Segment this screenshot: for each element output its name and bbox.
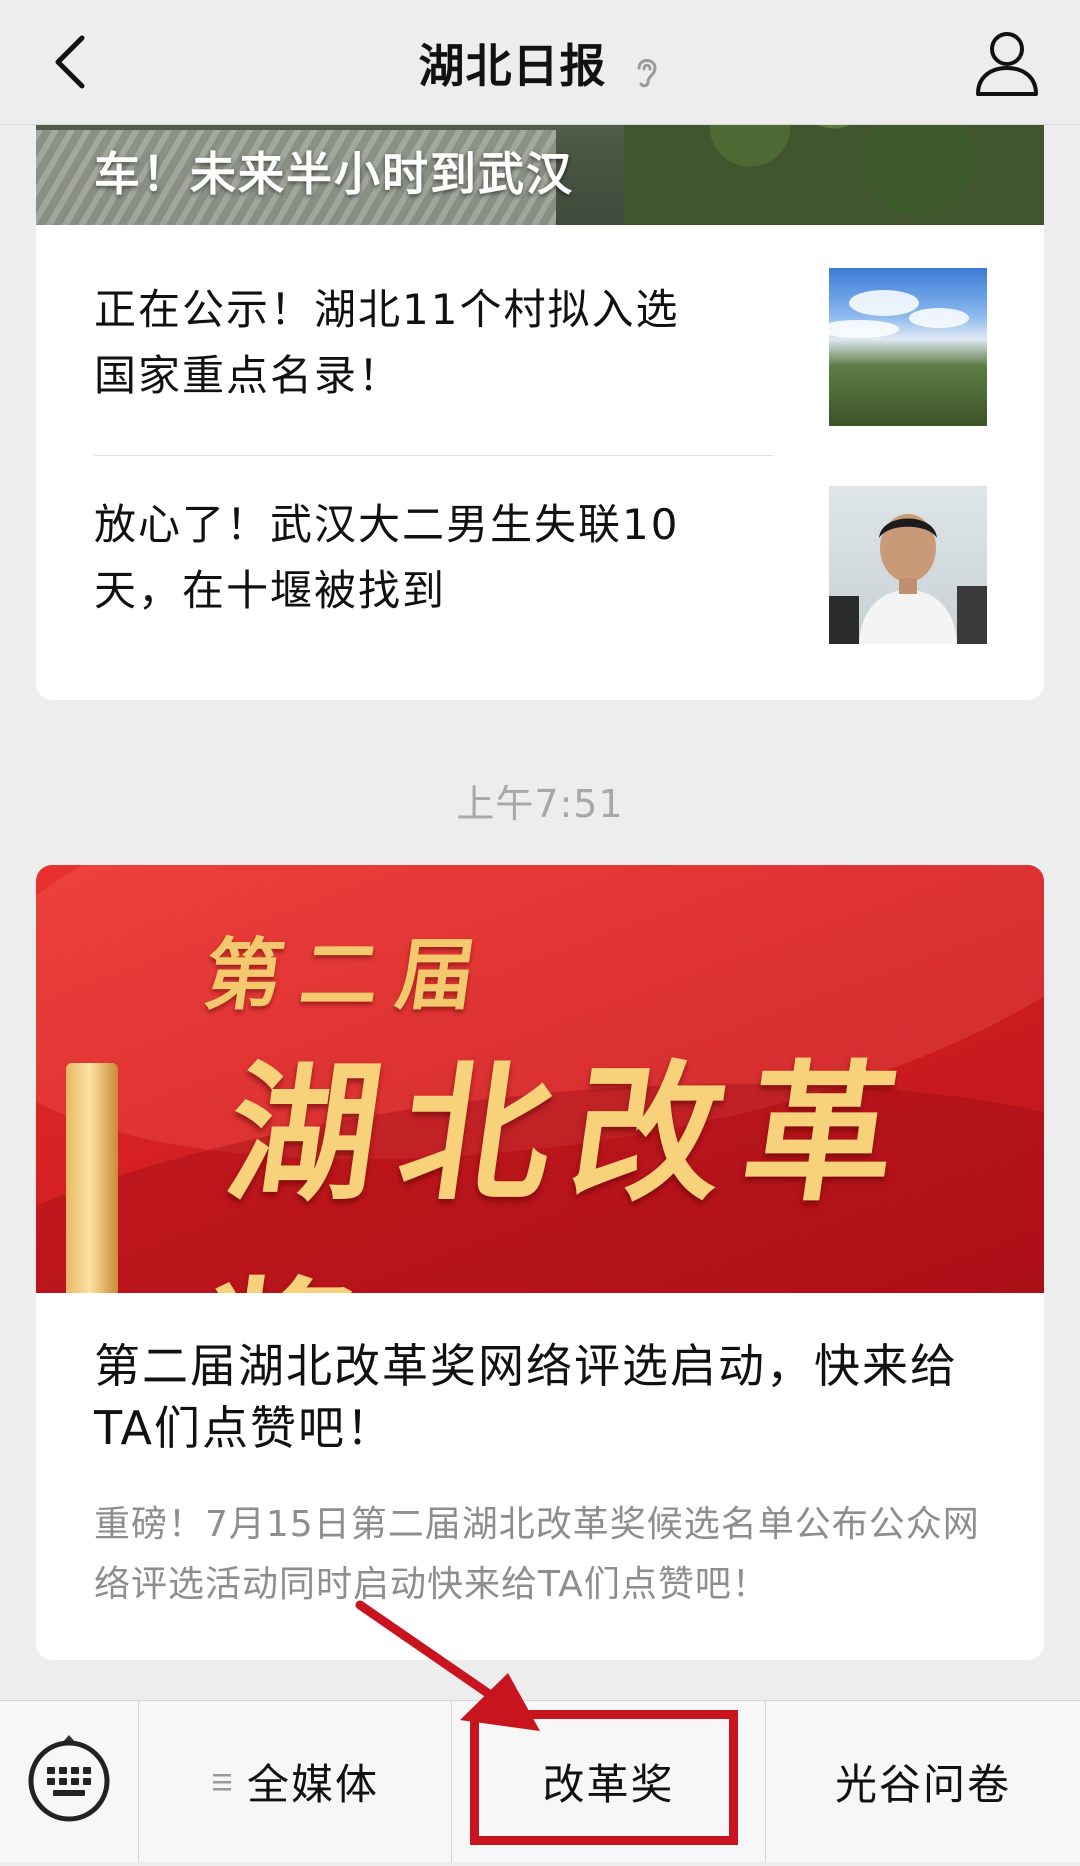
nav-bar: 湖北日报 (0, 0, 1080, 125)
news-card: 车！未来半小时到武汉 正在公示！湖北11个村拟入选国家重点名录！ 放心了！武汉大… (36, 60, 1044, 700)
menu-item-guanggu-wenjuan[interactable]: 光谷问卷 (766, 1701, 1080, 1862)
news-item[interactable]: 放心了！武汉大二男生失联10天，在十堰被找到 (36, 442, 1044, 652)
menu-item-label: 光谷问卷 (834, 1760, 1011, 1809)
ear-icon[interactable] (632, 50, 662, 90)
keyboard-toggle-button[interactable] (0, 1701, 139, 1862)
annotation-arrow (355, 1600, 540, 1731)
feature-article-card[interactable]: 第二届 湖北改革奖 第二届湖北改革奖网络评选启动，快来给TA们点赞吧！ 重磅！7… (36, 865, 1044, 1660)
menu-list-icon (212, 1773, 231, 1790)
hero-caption: 车！未来半小时到武汉 (94, 147, 574, 201)
news-title: 放心了！武汉大二男生失联10天，在十堰被找到 (94, 500, 680, 615)
person-photo-graphic (829, 514, 987, 644)
banner-subtitle: 第二届 (198, 930, 500, 1021)
feature-banner-image: 第二届 湖北改革奖 (36, 865, 1044, 1293)
profile-icon[interactable] (968, 24, 1046, 102)
banner-headline: 湖北改革奖 (187, 1046, 930, 1293)
news-title: 正在公示！湖北11个村拟入选国家重点名录！ (94, 285, 680, 400)
page-title: 湖北日报 (0, 30, 1080, 96)
article-title: 第二届湖北改革奖网络评选启动，快来给TA们点赞吧！ (94, 1339, 958, 1455)
news-item[interactable]: 正在公示！湖北11个村拟入选国家重点名录！ (36, 225, 1044, 435)
account-name: 湖北日报 (418, 39, 607, 93)
keyboard-icon (28, 1735, 110, 1822)
message-timestamp: 上午7:51 (456, 782, 624, 826)
tower-graphic (66, 1063, 118, 1293)
menu-item-label: 全媒体 (246, 1760, 379, 1809)
news-thumbnail-portrait (829, 486, 987, 644)
news-thumbnail-landscape (829, 268, 987, 426)
